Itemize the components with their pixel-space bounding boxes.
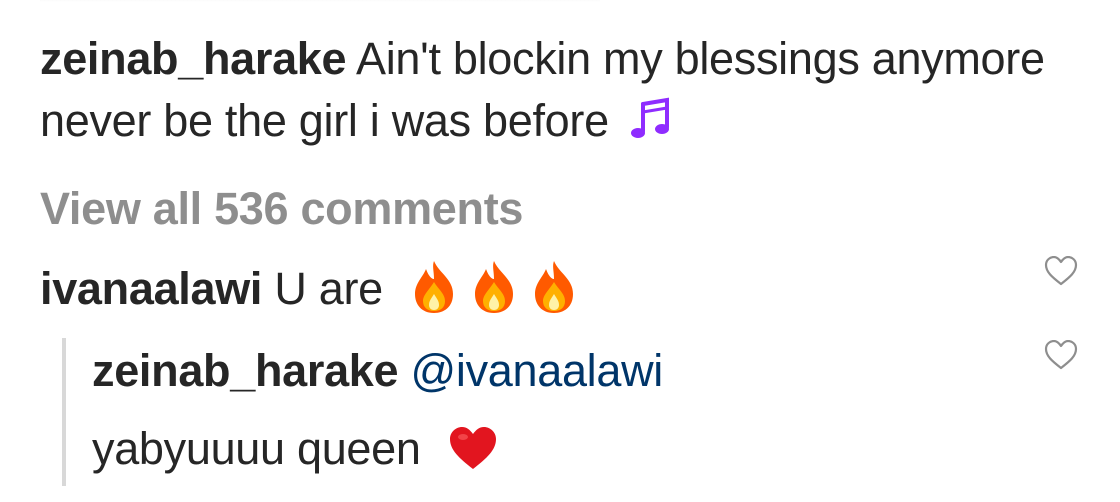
fire-emoji-group bbox=[409, 259, 579, 315]
fire-icon bbox=[535, 261, 574, 314]
comment-item: ivanaalawi U are bbox=[40, 258, 579, 320]
previous-content-edge bbox=[40, 0, 600, 2]
musical-notes-icon bbox=[631, 97, 670, 139]
heart-outline-icon[interactable] bbox=[1044, 340, 1078, 370]
caption-username[interactable]: zeinab_harake bbox=[40, 33, 347, 84]
fire-icon bbox=[475, 261, 514, 314]
reply-username[interactable]: zeinab_harake bbox=[92, 345, 399, 396]
reply-text: yabyuuuu queen bbox=[92, 423, 421, 474]
view-all-comments-link[interactable]: View all 536 comments bbox=[40, 178, 523, 240]
reply-thread-line bbox=[62, 338, 66, 486]
post-caption: zeinab_harake Ain't blockin my blessings… bbox=[40, 28, 1090, 152]
comment-text: U are bbox=[274, 263, 383, 314]
reply-text-row: yabyuuuu queen bbox=[92, 418, 499, 480]
fire-icon bbox=[415, 261, 454, 314]
red-heart-icon bbox=[449, 427, 496, 470]
comment-username[interactable]: ivanaalawi bbox=[40, 263, 262, 314]
reply-mention-link[interactable]: @ivanaalawi bbox=[410, 345, 663, 396]
heart-outline-icon[interactable] bbox=[1044, 256, 1078, 286]
reply-item: zeinab_harake @ivanaalawi bbox=[92, 340, 663, 402]
